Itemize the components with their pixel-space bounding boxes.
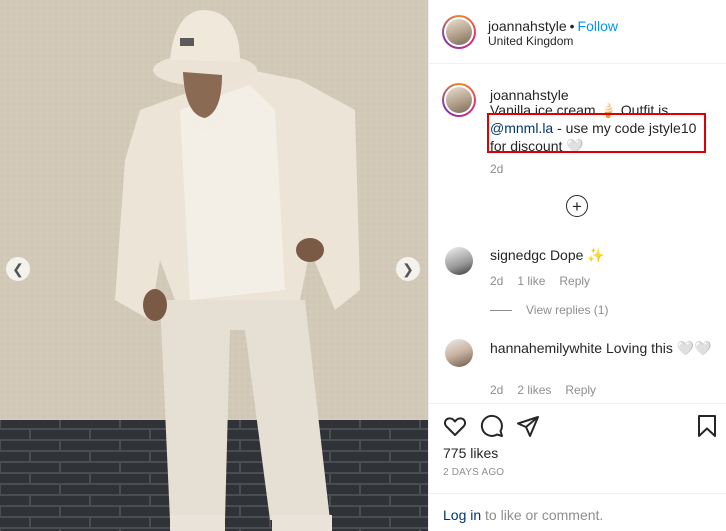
separator-dot: • — [569, 18, 575, 34]
comment-username[interactable]: hannahemilywhite — [490, 340, 602, 356]
photo-illustration — [0, 0, 428, 531]
post-header: joannahstyle • Follow United Kingdom — [429, 0, 726, 64]
comment-time[interactable]: 2d — [490, 274, 503, 288]
caption-time[interactable]: 2d — [490, 162, 503, 176]
comment-text: Loving this 🤍🤍 — [605, 340, 712, 356]
login-prompt-text: to like or comment. — [481, 507, 604, 523]
caption-line1: Vanilla ice cream 🍦 Outfit is — [490, 102, 669, 118]
comment-username[interactable]: signedgc — [490, 247, 546, 263]
posted-time[interactable]: 2 DAYS AGO — [443, 467, 504, 478]
chevron-right-icon: ❯ — [402, 260, 414, 277]
comment-likes[interactable]: 2 likes — [517, 383, 551, 397]
view-replies-button[interactable]: View replies (1) — [490, 303, 608, 317]
comment-body: hannahemilywhite Loving this 🤍🤍 — [490, 340, 712, 357]
comment-likes[interactable]: 1 like — [517, 274, 545, 288]
caption-avatar[interactable] — [442, 83, 476, 117]
follow-button[interactable]: Follow — [578, 18, 618, 34]
comment-body: signedgc Dope ✨ — [490, 247, 605, 264]
divider-line — [490, 309, 512, 311]
comment-meta: 2d 1 like Reply — [490, 274, 604, 288]
author-username[interactable]: joannahstyle — [488, 18, 567, 34]
comment-reply-button[interactable]: Reply — [559, 274, 590, 288]
comment-avatar[interactable] — [445, 339, 473, 367]
author-line: joannahstyle • Follow — [488, 18, 618, 34]
post-side-panel: joannahstyle • Follow United Kingdom joann… — [428, 0, 726, 531]
previous-photo-button[interactable]: ❮ — [6, 257, 30, 281]
post-location[interactable]: United Kingdom — [488, 34, 573, 48]
comment-text: Dope ✨ — [549, 247, 605, 263]
comment-reply-button[interactable]: Reply — [565, 383, 596, 397]
post-actions: 775 likes 2 DAYS AGO Log in to like or c… — [429, 403, 726, 531]
share-icon[interactable] — [516, 414, 540, 438]
comment-icon[interactable] — [480, 414, 504, 438]
view-replies-label: View replies (1) — [526, 303, 609, 317]
bookmark-icon[interactable] — [695, 414, 719, 438]
heart-icon[interactable] — [443, 414, 467, 438]
login-prompt: Log in to like or comment. — [429, 493, 726, 531]
next-photo-button[interactable]: ❯ — [396, 257, 420, 281]
caption-mention-link[interactable]: @mnml.la — [490, 120, 553, 136]
author-avatar[interactable] — [442, 15, 476, 49]
caption-text: Vanilla ice cream 🍦 Outfit is @mnml.la -… — [490, 101, 715, 155]
post-photo: ❮ ❯ — [0, 0, 428, 531]
likes-count[interactable]: 775 likes — [443, 445, 498, 461]
load-more-comments-button[interactable]: + — [566, 195, 588, 217]
comment-avatar[interactable] — [445, 247, 473, 275]
plus-circle-icon: + — [572, 196, 582, 216]
comment-time[interactable]: 2d — [490, 383, 503, 397]
login-link[interactable]: Log in — [443, 507, 481, 523]
comment-meta: 2d 2 likes Reply — [490, 383, 610, 397]
chevron-left-icon: ❮ — [12, 260, 24, 277]
